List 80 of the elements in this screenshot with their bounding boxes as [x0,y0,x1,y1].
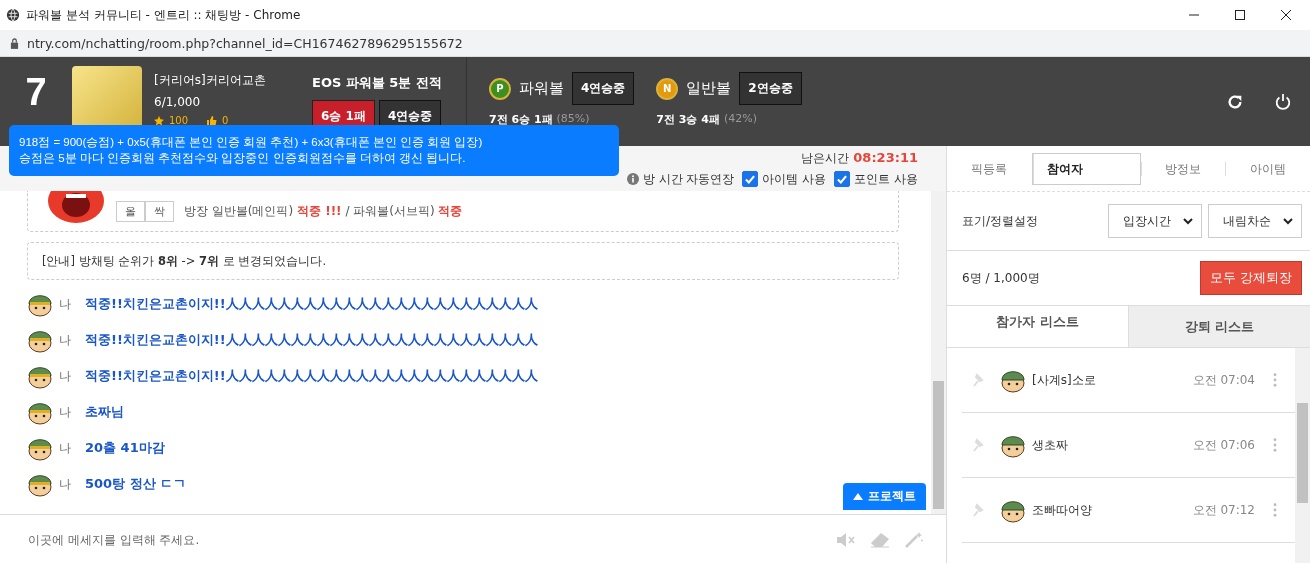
option-checkbox[interactable] [834,171,851,187]
sort-order-select[interactable]: 내림차순 [1208,204,1302,238]
sort-field-select[interactable]: 입장시간 [1108,204,1202,238]
chevron-icon [1283,217,1293,225]
participant-name[interactable]: 생초짜 [1032,436,1068,454]
address-text[interactable]: ntry.com/nchatting/room.php?channel_id=CH1674627896295155672 [27,35,463,51]
join-time: 오전 07:04 [1192,371,1255,389]
game-record: 7전 3승 4패 [656,112,720,127]
pick-result-text: 방장 일반볼(메인픽) 적중 !!! / 파워볼(서브픽) 적중 [184,202,463,220]
streak-badge: 4연승중 [571,72,635,105]
option-label: 방 시간 자동연장 [642,170,735,188]
tooltip-text: 승점은 5분 마다 인증회원 추천점수와 입장중인 인증회원점수를 더하여 갱신 됩니다. [19,151,467,166]
sort-settings-label: 표기/정렬설정 [962,212,1039,230]
chat-message: 적중!!치킨은교촌이지!!人人人人人人人人人人人人人人人人人人人人人人人人 [85,367,538,385]
vote-button[interactable]: 올 [116,200,145,222]
refresh-icon[interactable] [1226,93,1244,111]
lock-icon [10,37,19,49]
streak-badge: 2연승중 [739,72,802,105]
kick-all-button[interactable]: 모두 강제퇴장 [1200,261,1302,295]
star-icon [154,115,164,126]
chat-message: 500탕 정산 ㄷㄱ [85,475,187,493]
rank-number: 7 [24,70,48,114]
mute-icon[interactable] [836,531,856,548]
ball-badge: P [488,77,511,100]
project-button[interactable]: 프로젝트 [843,483,926,510]
notice-text: [안내] 방채팅 순위가 8위 -> 7위 로 변경되었습니다. [42,253,327,269]
globe-icon [6,8,20,22]
chat-message: 초짜님 [85,403,124,421]
like-count: 0 [222,115,229,126]
sender-name: 나 [59,475,72,493]
eraser-icon[interactable] [870,531,890,548]
join-time: 오전 07:06 [1192,436,1255,454]
sender-name: 나 [59,439,72,457]
tooltip-text: 918점 = 900(승점) + 0x5(휴대폰 본인 인증 회원 추천) + 6x3(휴대폰 본인 인증 회원 입장) [19,135,484,150]
room-name: [커리어s]커리어교촌 [154,72,267,89]
option-label: 아이템 사용 [762,170,827,188]
option-checkbox[interactable] [742,171,759,187]
thumbs-up-icon [207,115,218,126]
maximize-icon[interactable] [1234,9,1246,21]
panel-tab[interactable]: 방정보 [1140,161,1226,176]
record-title: EOS 파워볼 5분 전적 [312,74,442,92]
win-rate: (42%) [723,112,757,127]
game-name: 일반볼 [686,79,732,98]
scrollbar[interactable] [931,191,946,514]
option-label: 포인트 사용 [854,170,918,188]
sender-name: 나 [59,367,72,385]
chevron-icon [1183,217,1193,225]
chat-message: 적중!!치킨은교촌이지!!人人人人人人人人人人人人人人人人人人人人人人人人 [85,331,538,349]
scrollbar[interactable] [1295,348,1310,563]
panel-tab[interactable]: 참여자 [1031,152,1141,185]
sender-name: 나 [59,295,72,313]
ball-badge: N [656,77,679,100]
participant-name[interactable]: [사계s]소로 [1032,371,1096,389]
sender-name: 나 [59,403,72,421]
win-rate: (85%) [556,112,590,127]
list-tab[interactable]: 강퇴 리스트 [1128,306,1310,347]
more-options-icon[interactable] [1273,438,1277,452]
info-icon [626,173,639,185]
game-record: 7전 6승 1패 [488,112,553,127]
join-time: 오전 07:12 [1192,501,1255,519]
member-count: 6/1,000 [154,95,202,109]
game-name: 파워볼 [518,79,564,98]
star-count: 100 [169,115,189,126]
chat-message: 20출 41마감 [85,439,165,457]
window-title: 파워볼 분석 커뮤니티 - 엔트리 :: 채팅방 - Chrome [26,6,301,24]
vote-button[interactable]: 싹 [145,200,174,222]
caret-icon [853,493,863,500]
panel-tab[interactable]: 아이템 [1225,161,1310,176]
power-icon[interactable] [1274,93,1292,111]
participant-count: 6명 / 1,000명 [962,269,1040,287]
more-options-icon[interactable] [1273,503,1277,517]
magic-wand-icon[interactable] [904,531,924,548]
close-icon[interactable] [1280,9,1292,21]
sender-name: 나 [59,331,72,349]
panel-tab[interactable]: 픽등록 [947,161,1032,176]
participant-name[interactable]: 조빠따어양 [1032,501,1092,519]
remaining-time-label: 남은시간 [801,149,850,167]
more-options-icon[interactable] [1273,373,1277,387]
remaining-time: 08:23:11 [853,149,918,167]
chat-message: 적중!!치킨은교촌이지!!人人人人人人人人人人人人人人人人人人人人人人人人 [85,295,538,313]
